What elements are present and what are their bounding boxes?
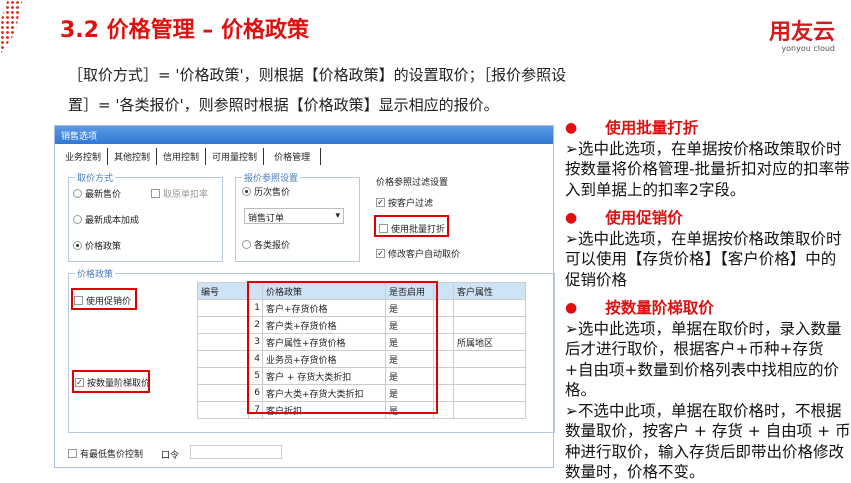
tab-credit-control[interactable]: 信用控制	[157, 148, 207, 165]
radio-latest-cost-plus[interactable]: 最新成本加成	[73, 213, 139, 226]
cell	[197, 367, 249, 385]
logo-dots-decoration	[0, 0, 23, 55]
group-label: 取价方式	[75, 171, 116, 184]
cell	[197, 384, 249, 402]
cell-attr	[453, 299, 526, 317]
note-heading: ● 使用促销价	[565, 208, 851, 229]
quote-ref-group: 报价参照设置 历次售价 销售订单 ▾ 各类报价	[235, 171, 360, 262]
option-label: 修改客户自动取价	[388, 250, 461, 260]
checkbox-filter-by-customer[interactable]: ✓ 按客户过滤	[376, 196, 433, 209]
highlight-box	[71, 288, 137, 310]
cell	[197, 350, 249, 368]
radio-price-policy[interactable]: 价格政策	[73, 239, 121, 252]
note-heading: ● 按数量阶梯取价	[565, 298, 851, 319]
password-input[interactable]	[190, 445, 282, 459]
checkbox-min-price-control[interactable]: 有最低售价控制	[68, 447, 143, 460]
cell-attr: 所属地区	[453, 333, 526, 351]
tab-availability-control[interactable]: 可用量控制	[206, 148, 265, 165]
note-heading: ● 使用批量打折	[565, 118, 851, 139]
note-text: ➢选中此选项，在单据按价格政策取价时按数量将价格管理-批量折扣对应的扣率带入到单…	[565, 139, 850, 199]
option-label: 价格政策	[85, 242, 122, 252]
password-label: 口令	[161, 451, 180, 461]
chevron-down-icon: ▾	[335, 211, 340, 221]
note-text: ➢选中此选项，单据在取价时，录入数量后才进行取价，根据客户+币种+存货+自由项+…	[565, 319, 842, 400]
note-title: 使用批量打折	[605, 119, 699, 137]
group-label: 报价参照设置	[242, 171, 301, 184]
cell-attr	[453, 384, 526, 402]
column-header: 编号	[197, 282, 249, 300]
tab-price-management[interactable]: 价格管理	[264, 148, 322, 165]
option-label: 有最低售价控制	[80, 450, 144, 460]
tab-other-control[interactable]: 其他控制	[108, 148, 158, 165]
radio-latest-price[interactable]: 最新售价	[73, 187, 121, 200]
logo-main: 用友云	[768, 20, 835, 45]
column-header: 客户属性	[453, 282, 526, 300]
quote-source-select[interactable]: 销售订单 ▾	[244, 208, 344, 224]
cell	[197, 316, 249, 334]
cell-attr	[453, 367, 526, 385]
bullet-icon: ●	[565, 120, 578, 136]
intro-text: ［取价方式］= '价格政策'，则根据【价格政策】的设置取价；［报价参照设置］= …	[68, 66, 567, 114]
tab-business-control[interactable]: 业务控制	[59, 148, 109, 165]
radio-historical-price[interactable]: 历次售价	[242, 185, 290, 198]
page-title: 3.2 价格管理 – 价格政策	[60, 18, 309, 43]
cell-attr	[453, 401, 526, 419]
tab-bar: 业务控制 其他控制 信用控制 可用量控制 价格管理	[59, 148, 322, 165]
bullet-icon: ●	[565, 210, 578, 226]
group-label: 价格政策	[75, 267, 116, 280]
highlight-box	[247, 281, 438, 414]
checkbox-auto-price-on-customer-change[interactable]: ✓ 修改客户自动取价	[376, 247, 460, 260]
cell	[197, 401, 249, 419]
checkbox-original-discount[interactable]: 取原单扣率	[151, 187, 208, 200]
bullet-icon: ●	[565, 300, 578, 316]
notes-panel: ● 使用批量打折 ➢选中此选项，在单据按价格政策取价时按数量将价格管理-批量折扣对应…	[565, 116, 851, 483]
option-label: 各类报价	[254, 241, 291, 251]
option-label: 按客户过滤	[388, 199, 434, 209]
option-label: 历次售价	[254, 188, 291, 198]
radio-all-quotes[interactable]: 各类报价	[242, 238, 290, 251]
price-method-group: 取价方式 最新售价 取原单扣率 最新成本加成 价格政策	[68, 171, 223, 262]
note-text: ➢不选中此项，单据在取价格时，不根据数量取价，按客户 + 存货 + 自由项 + …	[565, 401, 851, 482]
highlight-box	[72, 370, 150, 393]
price-policy-group: 价格政策 使用促销价 ✓ 按数量阶梯取价 编号 价格政策 是否启用 客户属性 1客…	[68, 267, 555, 433]
brand-logo: 用友云 yonyou cloud	[769, 14, 835, 53]
sales-options-dialog: 销售选项 业务控制 其他控制 信用控制 可用量控制 价格管理 取价方式 最新售价…	[54, 125, 555, 468]
filter-settings-label: 价格参照过滤设置	[376, 178, 449, 188]
cell-attr	[453, 350, 526, 368]
option-label: 取原单扣率	[163, 190, 209, 200]
dialog-title: 销售选项	[55, 126, 553, 144]
note-title: 使用促销价	[605, 209, 683, 227]
highlight-box	[374, 215, 449, 237]
cell	[197, 299, 249, 317]
cell-attr	[453, 316, 526, 334]
note-title: 按数量阶梯取价	[605, 299, 714, 317]
select-value: 销售订单	[248, 214, 285, 224]
option-label: 最新售价	[85, 190, 122, 200]
option-label: 最新成本加成	[85, 216, 140, 226]
cell	[197, 333, 249, 351]
note-text: ➢选中此选项，在单据按价格政策取价时可以使用【存货价格】【客户价格】中的促销价格	[565, 229, 842, 289]
